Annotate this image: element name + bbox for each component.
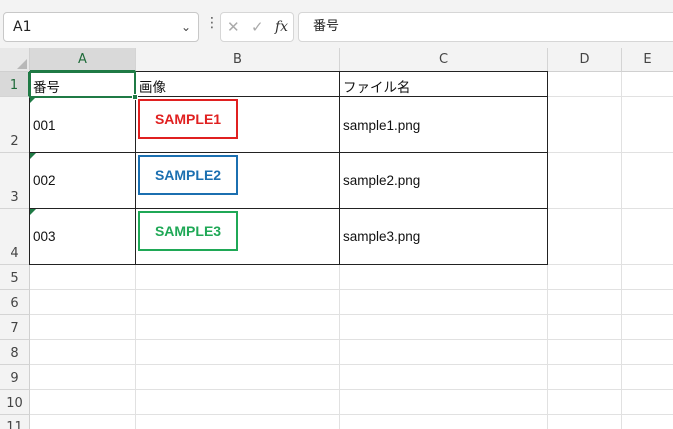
row-header-5[interactable]: 5 [0,265,30,290]
row-header-10[interactable]: 10 [0,390,30,415]
column-header-a[interactable]: A [30,48,136,72]
formula-value: 番号 [313,19,340,34]
formula-bar: A1 ⌄ ⋮ ✕ ✓ fx 番号 [0,0,673,48]
error-indicator-icon[interactable] [30,209,36,215]
check-icon[interactable]: ✓ [251,18,264,36]
formula-input[interactable]: 番号 [298,12,673,42]
table-border [29,71,548,265]
cell-b1[interactable]: 画像 [139,76,166,96]
insert-function-icon[interactable]: fx [275,19,288,35]
sample3-image[interactable]: SAMPLE3 [138,211,238,251]
row-header-3[interactable]: 3 [0,153,30,209]
name-box[interactable]: A1 ⌄ [3,12,199,42]
column-header-d[interactable]: D [548,48,622,72]
gridline [30,289,673,290]
column-header-e[interactable]: E [622,48,673,72]
row-header-9[interactable]: 9 [0,365,30,390]
gridline [30,314,673,315]
sample2-image[interactable]: SAMPLE2 [138,155,238,195]
cell-c4[interactable]: sample3.png [343,229,420,244]
table-border [339,71,340,265]
fill-handle[interactable] [132,94,138,100]
cell-c1[interactable]: ファイル名 [343,76,411,96]
gridline [30,364,673,365]
gridline [30,389,673,390]
sample1-image[interactable]: SAMPLE1 [138,99,238,139]
error-indicator-icon[interactable] [30,153,36,159]
column-header-c[interactable]: C [340,48,548,72]
cell-c2[interactable]: sample1.png [343,118,420,133]
row-header-2[interactable]: 2 [0,97,30,153]
select-all-button[interactable] [0,48,30,72]
cancel-icon[interactable]: ✕ [227,18,240,36]
row-header-11[interactable]: 11 [0,415,30,429]
row-header-6[interactable]: 6 [0,290,30,315]
column-header-b[interactable]: B [136,48,340,72]
row-header-7[interactable]: 7 [0,315,30,340]
chevron-down-icon[interactable]: ⌄ [181,13,191,41]
table-border [29,152,548,153]
row-header-1[interactable]: 1 [0,72,30,97]
row-header-4[interactable]: 4 [0,209,30,265]
formula-buttons: ✕ ✓ fx [220,12,294,42]
table-border [135,71,136,265]
row-header-8[interactable]: 8 [0,340,30,365]
active-cell-outline [29,71,136,98]
cell-a2[interactable]: 001 [33,118,56,133]
name-box-value: A1 [13,19,32,35]
gridline [30,339,673,340]
gridline [621,72,622,429]
cell-a3[interactable]: 002 [33,173,56,188]
gridline [30,414,673,415]
table-border [29,208,548,209]
cell-c3[interactable]: sample2.png [343,173,420,188]
more-options-icon[interactable]: ⋮ [205,15,219,31]
cell-a4[interactable]: 003 [33,229,56,244]
